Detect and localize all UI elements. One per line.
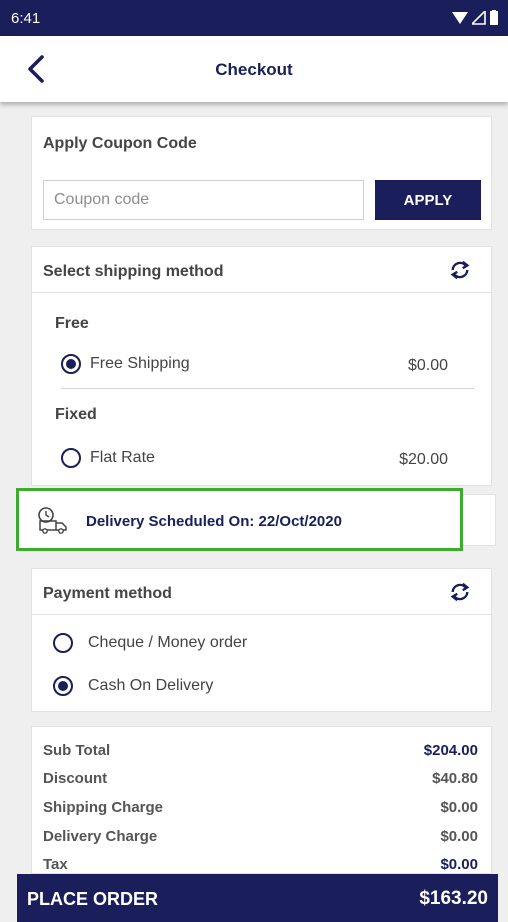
apply-coupon-button[interactable]: APPLY xyxy=(375,180,481,220)
shipping-group-free: Free xyxy=(55,315,89,332)
delivery-schedule-highlight: Delivery Scheduled On: 22/Oct/2020 xyxy=(16,488,463,551)
summary-label: Delivery Charge xyxy=(43,828,158,845)
summary-value: $0.00 xyxy=(440,856,478,873)
summary-value: $0.00 xyxy=(440,799,478,816)
place-order-button[interactable]: PLACE ORDER $163.20 xyxy=(17,874,498,922)
status-icons xyxy=(452,10,498,25)
option-label: Cash On Delivery xyxy=(88,677,214,694)
summary-row-discount: Discount $40.80 xyxy=(43,770,478,787)
summary-value: $40.80 xyxy=(432,770,478,787)
summary-row-subtotal: Sub Total $204.00 xyxy=(43,742,478,759)
shipping-group-fixed: Fixed xyxy=(55,406,97,423)
delivery-truck-icon xyxy=(38,507,67,534)
summary-label: Discount xyxy=(43,770,108,787)
order-summary-card: Sub Total $204.00 Discount $40.80 Shippi… xyxy=(31,726,492,874)
summary-row-shipping: Shipping Charge $0.00 xyxy=(43,799,478,816)
radio-unselected-icon[interactable] xyxy=(53,633,73,653)
option-label: Flat Rate xyxy=(90,449,155,466)
refresh-icon[interactable] xyxy=(449,259,471,281)
payment-option-cheque[interactable]: Cheque / Money order xyxy=(53,633,247,653)
shipping-option-flat-rate[interactable]: Flat Rate xyxy=(61,448,155,468)
signal-icon xyxy=(472,10,486,25)
wifi-icon xyxy=(452,11,468,24)
radio-selected-icon[interactable] xyxy=(61,354,81,374)
option-label: Free Shipping xyxy=(90,355,190,372)
shipping-price-free: $0.00 xyxy=(407,357,448,374)
summary-label: Shipping Charge xyxy=(43,799,163,816)
radio-selected-icon[interactable] xyxy=(53,676,73,696)
summary-row-delivery: Delivery Charge $0.00 xyxy=(43,828,478,845)
summary-row-tax: Tax $0.00 xyxy=(43,856,478,873)
payment-heading: Payment method xyxy=(43,585,172,602)
payment-header: Payment method xyxy=(32,569,491,615)
shipping-price-fixed: $20.00 xyxy=(399,451,448,468)
shipping-header: Select shipping method xyxy=(32,247,491,293)
divider xyxy=(61,388,474,389)
battery-icon xyxy=(490,10,498,25)
page-title: Checkout xyxy=(215,60,293,79)
order-total: $163.20 xyxy=(419,888,488,909)
summary-label: Tax xyxy=(43,856,68,873)
summary-value: $204.00 xyxy=(423,742,478,759)
summary-value: $0.00 xyxy=(440,828,478,845)
summary-label: Sub Total xyxy=(43,742,111,759)
place-order-label: PLACE ORDER xyxy=(27,889,159,909)
payment-option-cash-on-delivery[interactable]: Cash On Delivery xyxy=(53,676,213,696)
radio-unselected-icon[interactable] xyxy=(61,448,81,468)
status-bar: 6:41 xyxy=(0,0,508,36)
shipping-option-free-shipping[interactable]: Free Shipping xyxy=(61,354,190,374)
delivery-scheduled-text: Delivery Scheduled On: 22/Oct/2020 xyxy=(86,513,342,530)
option-label: Cheque / Money order xyxy=(88,634,248,651)
coupon-code-input[interactable] xyxy=(43,180,364,220)
coupon-heading: Apply Coupon Code xyxy=(43,135,197,152)
payment-method-card: Payment method Cheque / Money order Cash… xyxy=(31,568,492,712)
status-time: 6:41 xyxy=(11,10,41,27)
app-bar: Checkout xyxy=(0,36,508,102)
shipping-heading: Select shipping method xyxy=(43,263,224,280)
shipping-method-card: Select shipping method Free Free Shippin… xyxy=(31,246,492,486)
refresh-icon[interactable] xyxy=(449,581,471,603)
coupon-card: Apply Coupon Code APPLY xyxy=(31,116,492,230)
